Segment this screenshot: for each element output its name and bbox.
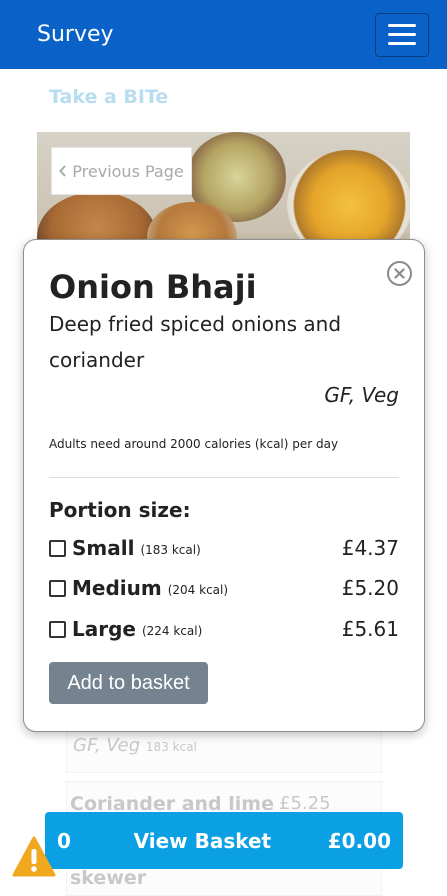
basket-total: £0.00 [327, 828, 391, 853]
previous-page-label: Previous Page [72, 161, 184, 181]
menu-item-kcal: 183 kcal [145, 740, 197, 754]
hamburger-icon-line [388, 42, 416, 45]
menu-item-name-continued: skewer [70, 867, 147, 889]
page-subtitle: Take a BITe [49, 86, 169, 108]
chevron-left-icon [59, 162, 67, 181]
portion-size-label: Portion size: [49, 498, 191, 522]
basket-count: 0 [57, 828, 71, 853]
portion-checkbox[interactable] [49, 579, 66, 597]
menu-item-tags: GF, Veg 183 kcal [73, 735, 197, 756]
menu-toggle-button[interactable] [375, 12, 429, 57]
portion-name: Medium [72, 576, 162, 600]
portion-kcal: (183 kcal) [140, 543, 201, 557]
hamburger-icon-line [388, 33, 416, 36]
navbar: Survey [0, 0, 447, 69]
portion-kcal: (224 kcal) [141, 624, 203, 638]
hamburger-icon [388, 24, 416, 27]
calorie-note: Adults need around 2000 calories (kcal) … [49, 437, 339, 451]
portion-price: £5.61 [341, 617, 399, 641]
item-description: Deep fried spiced onions and coriander [49, 312, 342, 372]
item-dietary-tags: GF, Veg [324, 383, 399, 407]
divider [49, 477, 399, 478]
add-to-basket-button[interactable]: Add to basket [49, 662, 208, 704]
portion-name: Large [72, 617, 136, 641]
portion-price: £4.37 [341, 536, 399, 560]
portion-option-large[interactable]: Large (224 kcal) £5.61 [49, 614, 399, 644]
portion-name: Small [72, 536, 135, 560]
previous-page-button[interactable]: Previous Page [51, 147, 192, 195]
portion-kcal: (204 kcal) [167, 583, 229, 597]
portion-price: £5.20 [341, 576, 399, 600]
close-circle-icon[interactable] [387, 261, 412, 286]
portion-checkbox[interactable] [49, 620, 66, 638]
view-basket-button[interactable]: 0 View Basket £0.00 [45, 812, 403, 869]
menu-item-tags-text: GF, Veg [73, 735, 141, 756]
brand-title[interactable]: Survey [37, 22, 114, 47]
item-title: Onion Bhaji [49, 268, 257, 306]
food-bowl [287, 150, 410, 247]
warning-icon[interactable] [12, 836, 56, 878]
portion-option-medium[interactable]: Medium (204 kcal) £5.20 [49, 573, 399, 603]
item-detail-modal: Onion Bhaji Deep fried spiced onions and… [23, 239, 425, 732]
portion-option-small[interactable]: Small (183 kcal) £4.37 [49, 533, 399, 563]
basket-label: View Basket [133, 828, 272, 853]
portion-checkbox[interactable] [49, 539, 66, 557]
menu-item-price: £5.25 [279, 793, 331, 814]
